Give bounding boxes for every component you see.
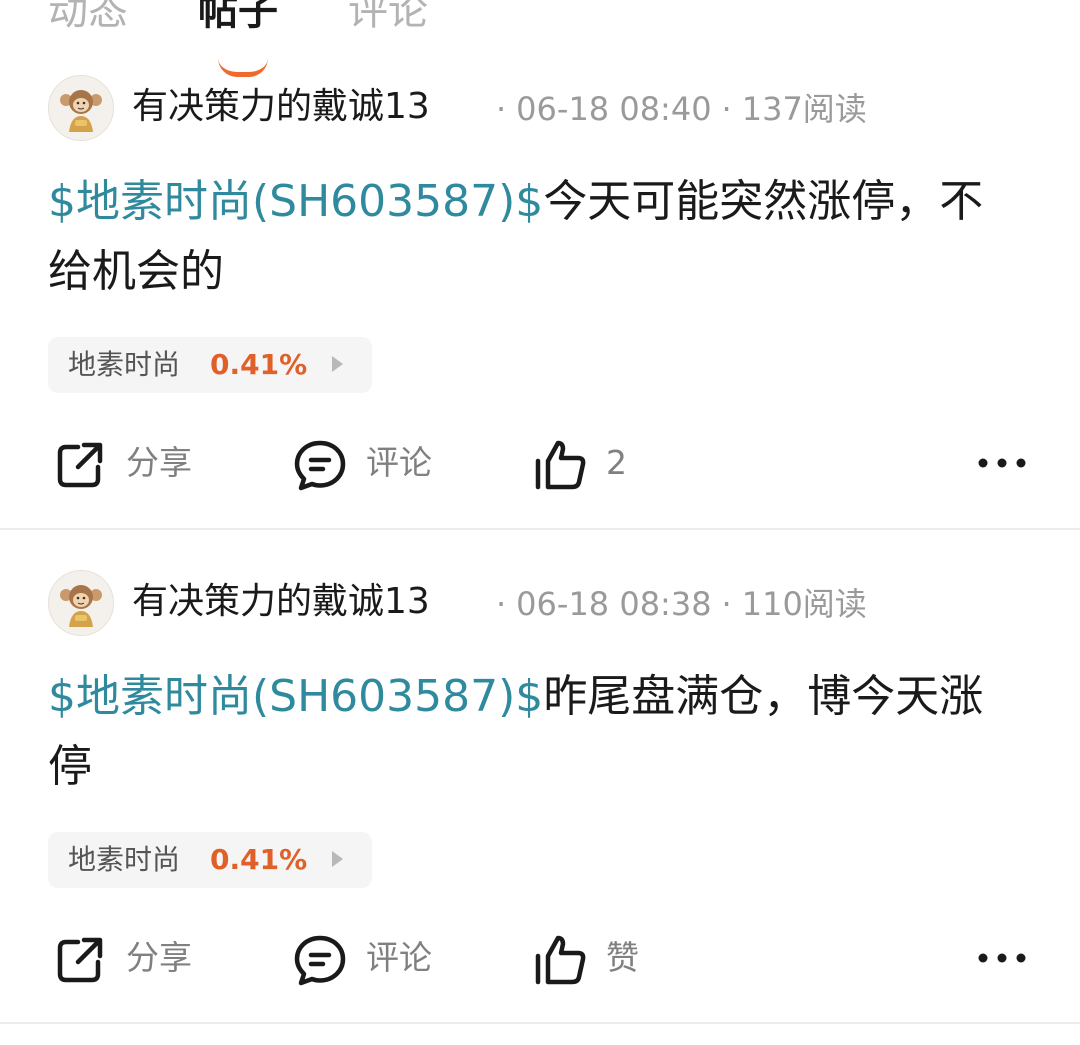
user-posts-page: 动态 帖子 评论 有决策力的戴诚13 · 06-18 08:40 · 137阅读… — [0, 0, 1080, 1045]
comment-button[interactable]: 评论 — [292, 928, 452, 988]
divider — [0, 528, 1080, 530]
stock-chip[interactable]: 地素时尚 0.41% — [48, 832, 372, 888]
stock-chip-name: 地素时尚 — [68, 843, 181, 876]
comment-label: 评论 — [366, 443, 432, 482]
post-meta: · 06-18 08:40 · 137阅读 — [496, 90, 867, 128]
chevron-right-icon — [332, 851, 343, 867]
share-icon — [52, 437, 108, 493]
like-label: 赞 — [606, 938, 639, 977]
comment-icon — [292, 437, 348, 493]
comment-icon — [292, 932, 348, 988]
stock-chip-change: 0.41% — [210, 348, 308, 381]
stock-chip[interactable]: 地素时尚 0.41% — [48, 337, 372, 393]
share-button[interactable]: 分享 — [52, 928, 212, 988]
like-count: 2 — [606, 443, 627, 482]
tab-comments[interactable]: 评论 — [348, 0, 428, 40]
stock-chip-name: 地素时尚 — [68, 348, 181, 381]
comment-label: 评论 — [366, 938, 432, 977]
read-count: 110阅读 — [741, 585, 867, 623]
more-button[interactable] — [976, 946, 1028, 970]
post-meta: · 06-18 08:38 · 110阅读 — [496, 585, 867, 623]
post-header: 有决策力的戴诚13 · 06-18 08:38 · 110阅读 — [48, 570, 1048, 636]
avatar-monkey-icon — [49, 76, 113, 140]
like-button[interactable]: 2 — [532, 433, 672, 493]
post-date: 06-18 08:40 — [516, 90, 712, 128]
post-header: 有决策力的戴诚13 · 06-18 08:40 · 137阅读 — [48, 75, 1048, 141]
divider — [0, 1022, 1080, 1024]
post-actions: 分享 评论 2 — [0, 433, 1080, 493]
stock-tag-link[interactable]: $地素时尚(SH603587)$ — [48, 671, 543, 722]
tab-posts[interactable]: 帖子 — [198, 0, 278, 40]
read-count: 137阅读 — [741, 90, 867, 128]
like-button[interactable]: 赞 — [532, 928, 672, 988]
more-button[interactable] — [976, 451, 1028, 475]
more-dots-icon — [978, 458, 1026, 468]
avatar[interactable] — [48, 75, 114, 141]
chevron-right-icon — [332, 356, 343, 372]
share-icon — [52, 932, 108, 988]
avatar[interactable] — [48, 570, 114, 636]
post-content[interactable]: $地素时尚(SH603587)$今天可能突然涨停，不给机会的 — [48, 167, 1008, 307]
comment-button[interactable]: 评论 — [292, 433, 452, 493]
tab-activity[interactable]: 动态 — [48, 0, 128, 40]
author-name[interactable]: 有决策力的戴诚13 — [132, 578, 430, 626]
avatar-monkey-icon — [49, 571, 113, 635]
thumbs-up-icon — [532, 932, 588, 988]
stock-tag-link[interactable]: $地素时尚(SH603587)$ — [48, 176, 543, 227]
post-date: 06-18 08:38 — [516, 585, 712, 623]
tab-bar: 动态 帖子 评论 — [0, 0, 1080, 77]
share-label: 分享 — [126, 443, 192, 482]
stock-chip-change: 0.41% — [210, 843, 308, 876]
author-name[interactable]: 有决策力的戴诚13 — [132, 83, 430, 131]
post-actions: 分享 评论 赞 — [0, 928, 1080, 988]
share-label: 分享 — [126, 938, 192, 977]
post-content[interactable]: $地素时尚(SH603587)$昨尾盘满仓，博今天涨停 — [48, 662, 1008, 802]
more-dots-icon — [978, 953, 1026, 963]
share-button[interactable]: 分享 — [52, 433, 212, 493]
thumbs-up-icon — [532, 437, 588, 493]
